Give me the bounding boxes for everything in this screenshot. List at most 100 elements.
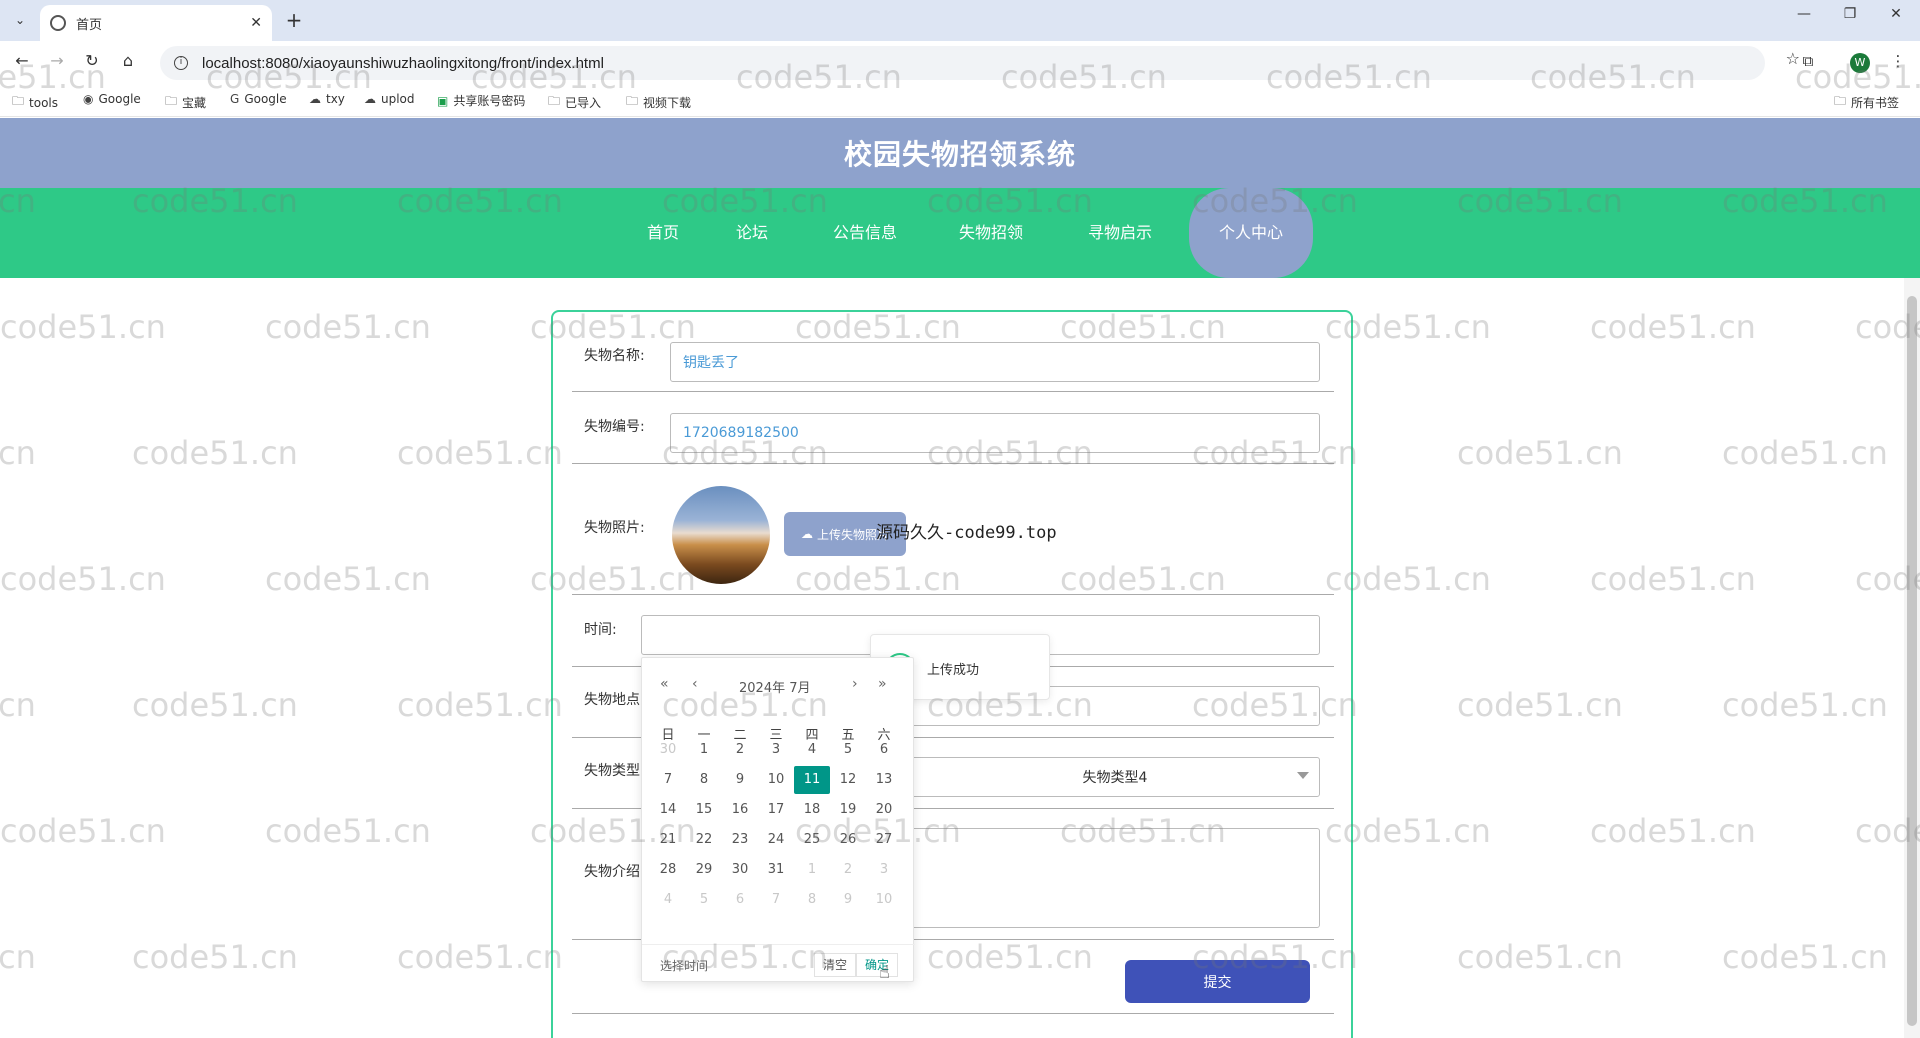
globe-icon: ◉ [83,92,94,106]
calendar-day[interactable]: 3 [758,736,794,764]
calendar-day[interactable]: 14 [650,796,686,824]
calendar-day[interactable]: 12 [830,766,866,794]
calendar-day[interactable]: 6 [722,886,758,914]
close-tab-icon[interactable]: ✕ [250,15,262,31]
bookmark-uplod[interactable]: ☁ uplod [364,92,415,106]
watermark-text: code51.cn [0,308,166,346]
menu-kebab-icon[interactable]: ⋮ [1886,52,1910,70]
back-icon[interactable]: ← [10,51,34,75]
watermark-text: code51.cn [1722,434,1888,472]
prev-year-icon[interactable]: « [660,676,669,692]
next-year-icon[interactable]: » [878,676,887,692]
calendar-day[interactable]: 23 [722,826,758,854]
page-scrollbar[interactable] [1904,278,1920,1038]
google-icon: G [230,92,240,106]
extensions-icon[interactable]: ⧉ [1796,52,1820,70]
folder-icon: 🗀 [165,94,178,108]
confirm-button[interactable]: 确定 [856,953,898,977]
site-info-icon[interactable]: i [174,56,188,70]
address-bar[interactable]: i localhost:8080/xiaoyaunshiwuzhaolingxi… [160,46,1765,80]
home-icon[interactable]: ⌂ [116,51,140,75]
calendar-day[interactable]: 18 [794,796,830,824]
calendar-day[interactable]: 25 [794,826,830,854]
bookmark-tools[interactable]: 🗀 tools [12,92,58,113]
submit-button[interactable]: 提交 [1125,960,1310,1003]
nav-announcements[interactable]: 公告信息 [826,208,904,258]
select-time-link[interactable]: 选择时间 [660,957,708,974]
bookmark-txy[interactable]: ☁ txy [309,92,345,106]
calendar-day[interactable]: 9 [830,886,866,914]
watermark-text: code51.cn [132,686,298,724]
calendar-day[interactable]: 4 [650,886,686,914]
close-window-icon[interactable]: ✕ [1876,6,1916,22]
calendar-day[interactable]: 30 [650,736,686,764]
clear-button[interactable]: 清空 [814,953,856,977]
calendar-day[interactable]: 21 [650,826,686,854]
bookmark-google-2[interactable]: G Google [230,92,287,106]
prev-month-icon[interactable]: ‹ [692,676,698,692]
code-input[interactable]: 1720689182500 [670,413,1320,453]
bookmark-baozang[interactable]: 🗀 宝藏 [165,92,206,113]
next-month-icon[interactable]: › [852,676,858,692]
calendar-day[interactable]: 17 [758,796,794,824]
calendar-day[interactable]: 2 [830,856,866,884]
calendar-day[interactable]: 20 [866,796,902,824]
intro-label: 失物介绍 [584,864,640,880]
divider [572,391,1334,392]
calendar-day[interactable]: 22 [686,826,722,854]
intro-textarea[interactable] [910,828,1320,928]
scrollbar-thumb[interactable] [1907,296,1917,1026]
picker-year-month[interactable]: 2024年 7月 [739,677,811,696]
calendar-day[interactable]: 8 [686,766,722,794]
reload-icon[interactable]: ↻ [80,51,104,75]
calendar-day[interactable]: 1 [794,856,830,884]
nav-personal-center[interactable]: 个人中心 [1189,188,1313,278]
all-bookmarks[interactable]: 🗀 所有书签 [1834,92,1899,113]
calendar-day[interactable]: 6 [866,736,902,764]
forward-icon[interactable]: → [45,51,69,75]
calendar-day[interactable]: 19 [830,796,866,824]
calendar-day[interactable]: 16 [722,796,758,824]
bookmark-google[interactable]: ◉ Google [83,92,141,106]
tab-list-chevron-icon[interactable]: ⌄ [6,8,34,32]
nav-lost-found[interactable]: 失物招领 [952,208,1030,258]
minimize-icon[interactable]: — [1784,6,1824,22]
calendar-day[interactable]: 11 [794,766,830,794]
restore-icon[interactable]: ❐ [1830,6,1870,22]
calendar-day[interactable]: 5 [686,886,722,914]
calendar-day[interactable]: 5 [830,736,866,764]
calendar-day[interactable]: 28 [650,856,686,884]
nav-search-notice[interactable]: 寻物启示 [1081,208,1159,258]
calendar-day[interactable]: 31 [758,856,794,884]
calendar-day[interactable]: 2 [722,736,758,764]
calendar-day[interactable]: 26 [830,826,866,854]
calendar-day[interactable]: 30 [722,856,758,884]
nav-home[interactable]: 首页 [630,208,696,258]
calendar-day[interactable]: 24 [758,826,794,854]
new-tab-plus-icon[interactable]: + [282,8,306,32]
bookmark-video-download[interactable]: 🗀 视频下载 [626,92,691,113]
name-input[interactable]: 钥匙丢了 [670,342,1320,382]
picker-footer: 选择时间 清空 确定 [642,944,915,983]
calendar-day[interactable]: 27 [866,826,902,854]
calendar-day[interactable]: 13 [866,766,902,794]
profile-avatar[interactable]: W [1850,53,1870,73]
calendar-day[interactable]: 10 [758,766,794,794]
calendar-day[interactable]: 15 [686,796,722,824]
calendar-day[interactable]: 7 [650,766,686,794]
calendar-day[interactable]: 3 [866,856,902,884]
type-select[interactable]: 失物类型4 [910,757,1320,797]
nav-forum[interactable]: 论坛 [730,208,774,258]
calendar-day[interactable]: 9 [722,766,758,794]
calendar-day[interactable]: 29 [686,856,722,884]
calendar-day[interactable]: 10 [866,886,902,914]
calendar-day[interactable]: 4 [794,736,830,764]
bookmark-imported[interactable]: 🗀 已导入 [548,92,601,113]
calendar-day[interactable]: 8 [794,886,830,914]
watermark-text: code51.cn [0,812,166,850]
calendar-day[interactable]: 7 [758,886,794,914]
calendar-day[interactable]: 1 [686,736,722,764]
bookmark-shared-accounts[interactable]: ▣ 共享账号密码 [437,92,525,109]
cloud-icon: ☁ [364,92,376,106]
browser-tab[interactable]: 首页 ✕ [40,5,272,41]
